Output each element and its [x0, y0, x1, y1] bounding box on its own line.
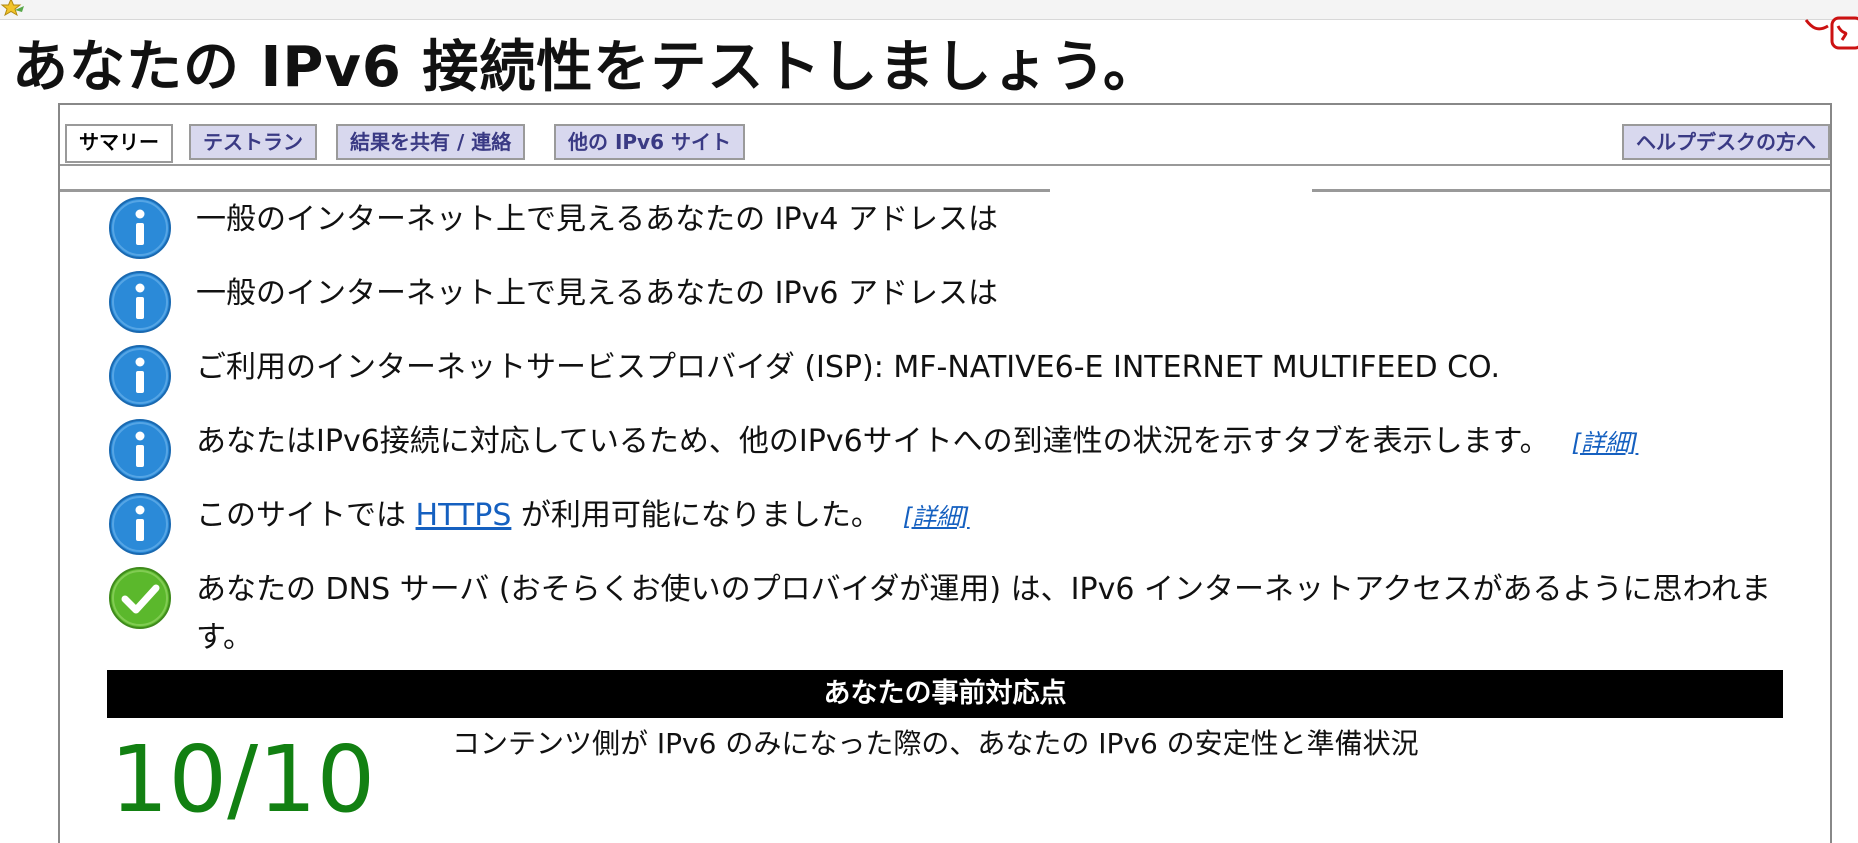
- readiness-score-value: 10/10: [110, 726, 376, 833]
- content-divider: [60, 189, 1830, 192]
- details-link[interactable]: [詳細]: [1572, 429, 1639, 457]
- corner-logo-icon: [1804, 16, 1858, 50]
- info-row-text-after: が利用可能になりました。: [520, 498, 881, 533]
- info-row-text-container: このサイトでは HTTPS が利用可能になりました。 [詳細]: [196, 492, 970, 541]
- info-icon: [109, 419, 171, 481]
- info-row-text-before: このサイトでは: [196, 498, 406, 533]
- browser-top-strip: [0, 0, 1858, 20]
- info-icon: [109, 345, 171, 407]
- tab-test-run[interactable]: テストラン: [189, 124, 317, 160]
- info-row-text: ご利用のインターネットサービスプロバイダ (ISP): MF-NATIVE6-E…: [196, 350, 1500, 385]
- star-favicon-icon: [0, 0, 24, 16]
- tab-bar: サマリー テストラン 結果を共有 / 連絡 他の IPv6 サイト ヘルプデスク…: [60, 105, 1830, 167]
- info-row-text: あなたはIPv6接続に対応しているため、他のIPv6サイトへの到達性の状況を示す…: [196, 424, 1550, 459]
- tab-share-results[interactable]: 結果を共有 / 連絡: [336, 124, 526, 160]
- info-row-text-container: あなたはIPv6接続に対応しているため、他のIPv6サイトへの到達性の状況を示す…: [196, 418, 1638, 467]
- details-link[interactable]: [詳細]: [903, 503, 970, 531]
- content-divider-gap: [1050, 189, 1312, 192]
- https-link[interactable]: HTTPS: [416, 498, 512, 533]
- tab-helpdesk[interactable]: ヘルプデスクの方へ: [1622, 124, 1830, 160]
- info-row-text: 一般のインターネット上で見えるあなたの IPv4 アドレスは: [196, 202, 998, 237]
- readiness-score-header: あなたの事前対応点: [107, 670, 1783, 718]
- tab-divider: [60, 164, 1830, 166]
- check-icon: [109, 567, 171, 629]
- readiness-score-description: コンテンツ側が IPv6 のみになった際の、あなたの IPv6 の安定性と準備状…: [452, 727, 1419, 760]
- info-icon: [109, 493, 171, 555]
- info-icon: [109, 197, 171, 259]
- tab-summary[interactable]: サマリー: [65, 124, 173, 163]
- info-icon: [109, 271, 171, 333]
- info-row-text: あなたの DNS サーバ (おそらくお使いのプロバイダが運用) は、IPv6 イ…: [196, 572, 1771, 655]
- corner-logo: [1798, 14, 1858, 54]
- page-title: あなたの IPv6 接続性をテストしましょう。: [12, 35, 1160, 100]
- info-row-text: 一般のインターネット上で見えるあなたの IPv6 アドレスは: [196, 276, 998, 311]
- tab-other-ipv6-sites[interactable]: 他の IPv6 サイト: [554, 124, 745, 160]
